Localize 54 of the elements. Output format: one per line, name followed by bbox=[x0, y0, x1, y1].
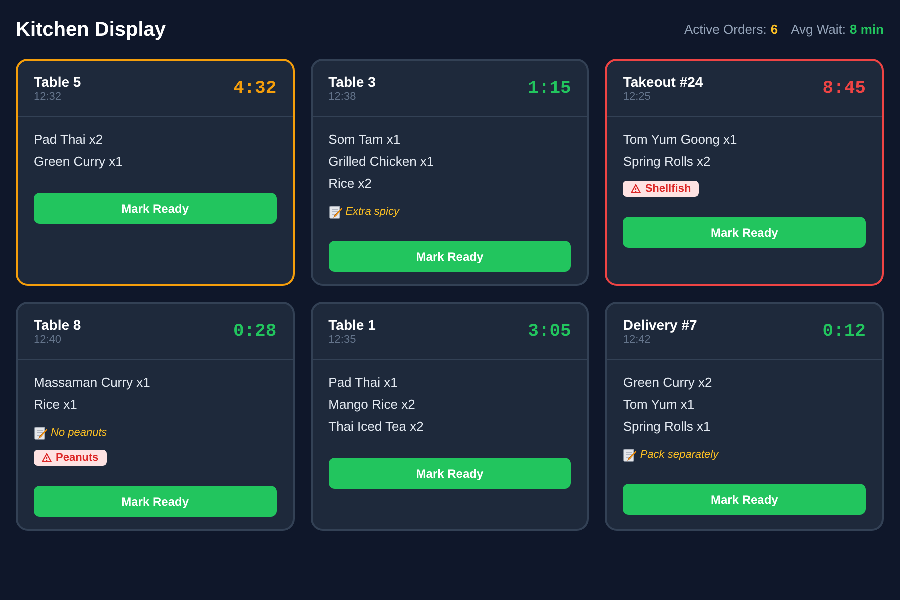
elapsed-timer: 8:45 bbox=[822, 78, 866, 100]
elapsed-timer: 3:05 bbox=[528, 320, 572, 342]
order-item: Pad Thai x2 bbox=[34, 131, 104, 149]
mark-ready-button[interactable]: Mark Ready bbox=[623, 484, 866, 515]
order-item: Pad Thai x1 bbox=[328, 374, 399, 392]
order-item: Thai Iced Tea x2 bbox=[328, 418, 425, 436]
order-item: Mango Rice x2 bbox=[328, 396, 416, 414]
order-item: Massaman Curry x1 bbox=[34, 374, 152, 392]
order-name: Table 1 bbox=[328, 316, 376, 334]
memo-icon bbox=[328, 205, 343, 219]
order-name: Table 8 bbox=[34, 316, 82, 334]
order-item: Som Tam x1 bbox=[328, 131, 402, 149]
order-name: Takeout #24 bbox=[623, 73, 704, 91]
mark-ready-button[interactable]: Mark Ready bbox=[34, 486, 277, 517]
order-time: 12:35 bbox=[328, 334, 358, 347]
allergen-text: Shellfish bbox=[645, 182, 692, 196]
order-name: Table 5 bbox=[34, 73, 82, 91]
warning-icon bbox=[631, 184, 642, 194]
order-time: 12:25 bbox=[623, 91, 652, 104]
mark-ready-button[interactable]: Mark Ready bbox=[328, 241, 572, 272]
mark-ready-button[interactable]: Mark Ready bbox=[623, 217, 866, 248]
stat-value: 6 bbox=[770, 20, 778, 38]
order-item: Rice x1 bbox=[34, 396, 78, 414]
order-note: No peanuts bbox=[51, 426, 108, 441]
elapsed-timer: 0:12 bbox=[822, 320, 866, 342]
memo-icon bbox=[34, 426, 48, 440]
order-name: Table 3 bbox=[328, 73, 376, 91]
stat-label: Avg Wait: bbox=[791, 20, 846, 38]
elapsed-timer: 0:28 bbox=[233, 320, 277, 342]
stat-label: Active Orders: bbox=[684, 20, 767, 38]
order-time: 12:42 bbox=[623, 334, 652, 347]
order-item: Spring Rolls x1 bbox=[623, 418, 712, 436]
elapsed-timer: 4:32 bbox=[233, 78, 277, 100]
order-item: Grilled Chicken x1 bbox=[328, 153, 436, 171]
order-item: Rice x2 bbox=[328, 175, 374, 193]
page-title: Kitchen Display bbox=[16, 18, 166, 42]
order-note: Pack separately bbox=[640, 448, 719, 463]
memo-icon bbox=[623, 448, 638, 462]
order-item: Tom Yum Goong x1 bbox=[623, 131, 738, 149]
warning-icon bbox=[42, 453, 52, 463]
order-item: Tom Yum x1 bbox=[623, 396, 696, 414]
mark-ready-button[interactable]: Mark Ready bbox=[34, 193, 277, 224]
order-item: Spring Rolls x2 bbox=[623, 153, 712, 171]
order-name: Delivery #7 bbox=[623, 316, 698, 334]
order-note: Extra spicy bbox=[346, 205, 400, 220]
order-item: Green Curry x2 bbox=[623, 374, 714, 392]
elapsed-timer: 1:15 bbox=[528, 78, 572, 100]
mark-ready-button[interactable]: Mark Ready bbox=[328, 458, 572, 489]
order-time: 12:32 bbox=[34, 91, 63, 104]
order-time: 12:40 bbox=[34, 334, 63, 347]
stat-value: 8 min bbox=[850, 20, 884, 38]
order-item: Green Curry x1 bbox=[34, 153, 124, 171]
order-time: 12:38 bbox=[328, 91, 358, 104]
allergen-text: Peanuts bbox=[56, 451, 99, 465]
